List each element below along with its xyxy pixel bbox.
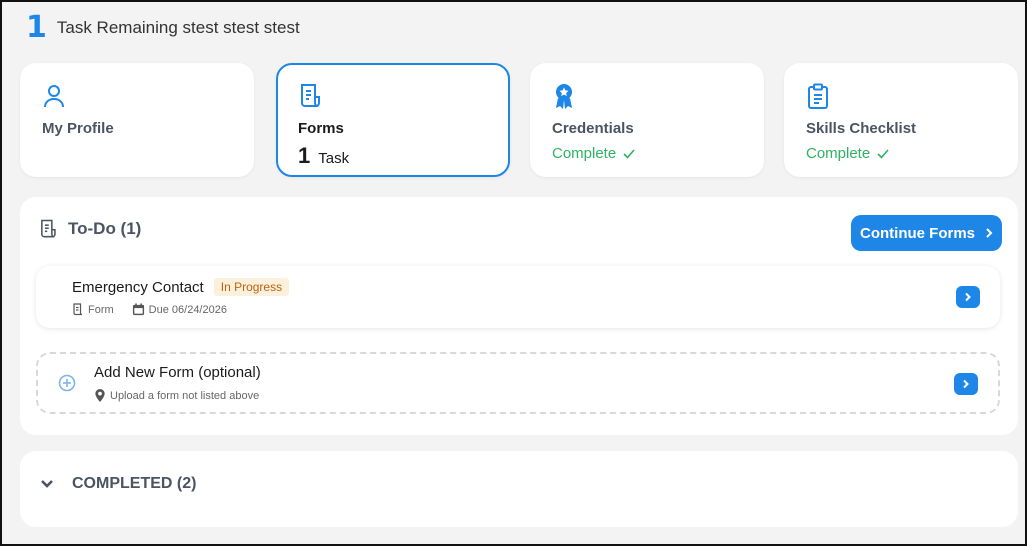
card-task-count: 1 Task <box>298 143 488 169</box>
continue-forms-label: Continue Forms <box>860 224 975 242</box>
task-meta: Form Due 06/24/2026 <box>72 303 227 316</box>
todo-section: To-Do (1) Continue Forms Emergency Conta… <box>20 197 1018 435</box>
todo-title: To-Do (1) <box>68 219 142 238</box>
chevron-right-icon <box>986 228 993 238</box>
task-type: Form <box>88 303 114 316</box>
card-status: Complete <box>806 145 996 162</box>
document-icon <box>301 84 320 107</box>
completed-title: COMPLETED (2) <box>72 475 197 492</box>
task-count-number: 1 <box>298 143 311 168</box>
card-credentials[interactable]: Credentials Complete <box>530 63 764 177</box>
check-icon <box>623 148 635 159</box>
continue-forms-button[interactable]: Continue Forms <box>851 215 1002 251</box>
task-name: Emergency Contact <box>72 278 204 296</box>
card-title: Credentials <box>552 120 634 137</box>
calendar-icon <box>132 303 144 316</box>
plus-circle-icon <box>58 374 76 392</box>
category-cards: My Profile Forms 1 Task Credentials Comp… <box>20 63 1018 179</box>
chevron-right-icon <box>963 379 969 389</box>
check-icon <box>877 148 889 159</box>
open-task-button[interactable] <box>956 286 980 308</box>
task-name-row: Emergency Contact In Progress <box>72 278 290 296</box>
card-my-profile[interactable]: My Profile <box>20 63 254 177</box>
document-icon <box>41 219 56 238</box>
status-label: Complete <box>552 145 617 162</box>
status-label: Complete <box>806 145 871 162</box>
ribbon-award-icon <box>556 84 572 109</box>
add-form-meta: Upload a form not listed above <box>94 389 259 402</box>
card-title: Skills Checklist <box>806 120 917 137</box>
list-item[interactable]: Emergency Contact In Progress Form Due 0… <box>36 266 1000 328</box>
card-title: My Profile <box>42 120 114 137</box>
document-icon <box>73 303 83 316</box>
chevron-down-icon[interactable] <box>40 479 54 489</box>
tasks-remaining-count: 1 <box>26 10 47 45</box>
status-badge: In Progress <box>213 278 290 296</box>
location-pin-icon <box>95 389 105 402</box>
clipboard-icon <box>808 83 828 109</box>
task-count-label: Task <box>318 150 350 167</box>
todo-header: To-Do (1) <box>38 219 141 239</box>
tasks-remaining-label: Task Remaining stest stest stest <box>56 18 300 37</box>
card-skills-checklist[interactable]: Skills Checklist Complete <box>784 63 1018 177</box>
card-title: Forms <box>298 120 344 137</box>
add-form-hint: Upload a form not listed above <box>110 389 260 402</box>
add-form-button[interactable] <box>954 373 978 395</box>
person-icon <box>44 85 64 108</box>
completed-header[interactable]: COMPLETED (2) <box>40 475 196 493</box>
chevron-right-icon <box>965 292 971 302</box>
card-status: Complete <box>552 145 742 162</box>
task-due-date: Due 06/24/2026 <box>148 303 227 316</box>
add-form-title: Add New Form (optional) <box>94 364 261 381</box>
tasks-remaining-header: 1 Task Remaining stest stest stest <box>26 12 300 44</box>
card-forms[interactable]: Forms 1 Task <box>276 63 510 177</box>
add-new-form[interactable]: Add New Form (optional) Upload a form no… <box>36 352 1000 414</box>
completed-section[interactable]: COMPLETED (2) <box>20 451 1018 527</box>
